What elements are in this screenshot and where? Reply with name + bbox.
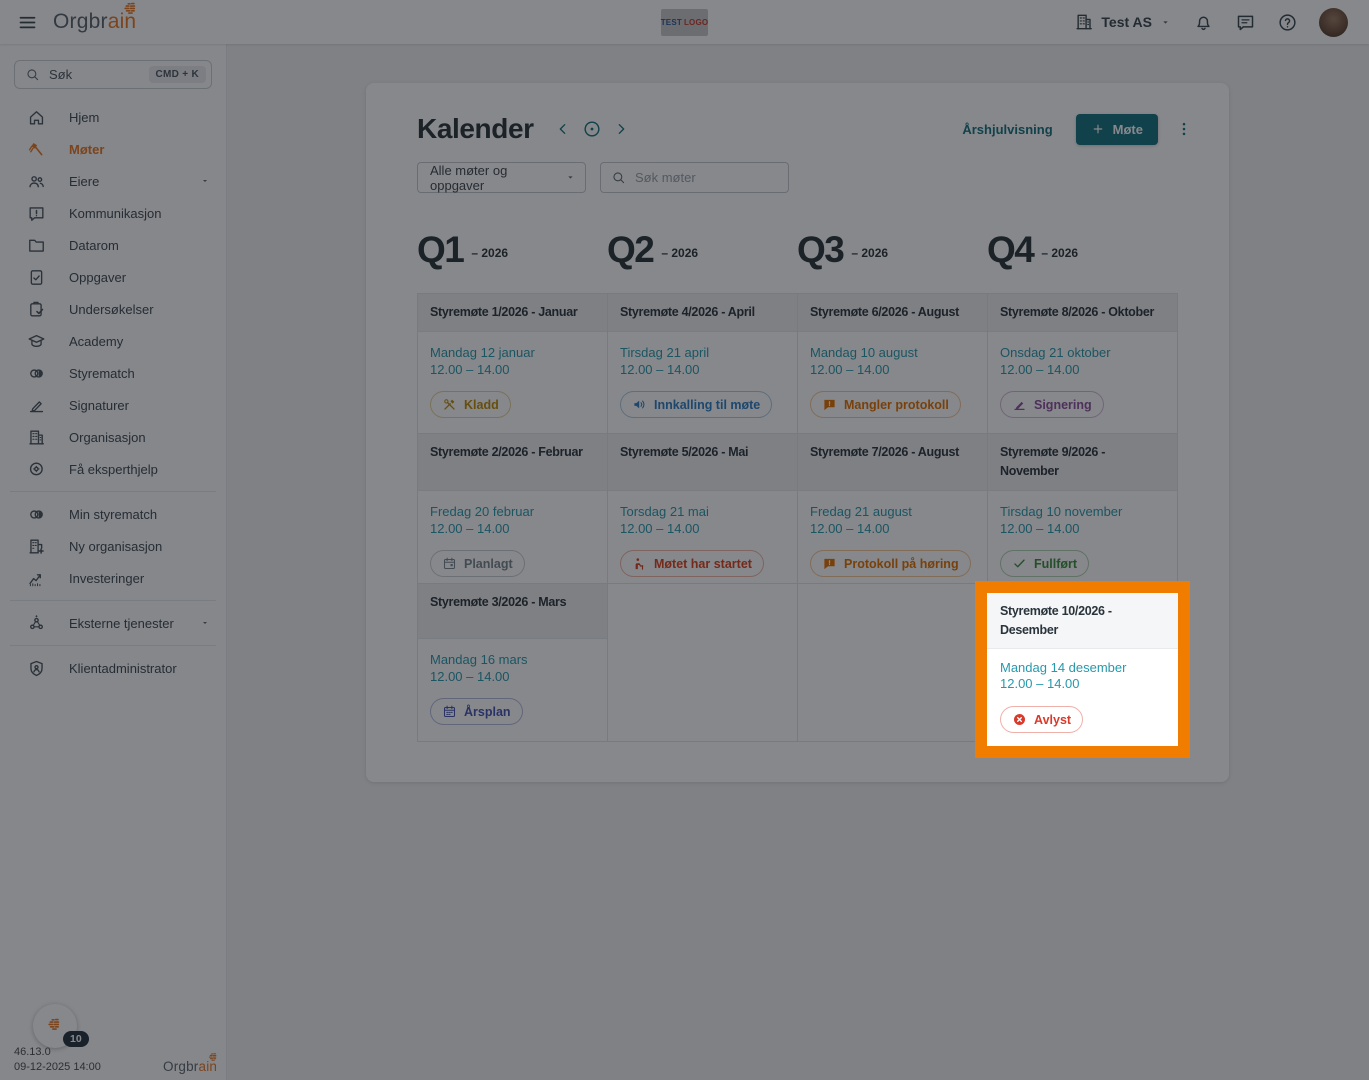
status-badge-avlyst[interactable]: Avlyst <box>1000 706 1084 733</box>
highlighted-meeting-card[interactable]: Styremøte 10/2026 - Desember Mandag 14 d… <box>975 581 1190 758</box>
meeting-date: Mandag 14 desember <box>1000 659 1127 675</box>
dim-overlay <box>0 0 1369 1080</box>
meeting-title: Styremøte 10/2026 - Desember <box>987 593 1178 649</box>
meeting-time: 12.00 – 14.00 <box>1000 676 1080 692</box>
cancel-icon <box>1012 712 1027 727</box>
